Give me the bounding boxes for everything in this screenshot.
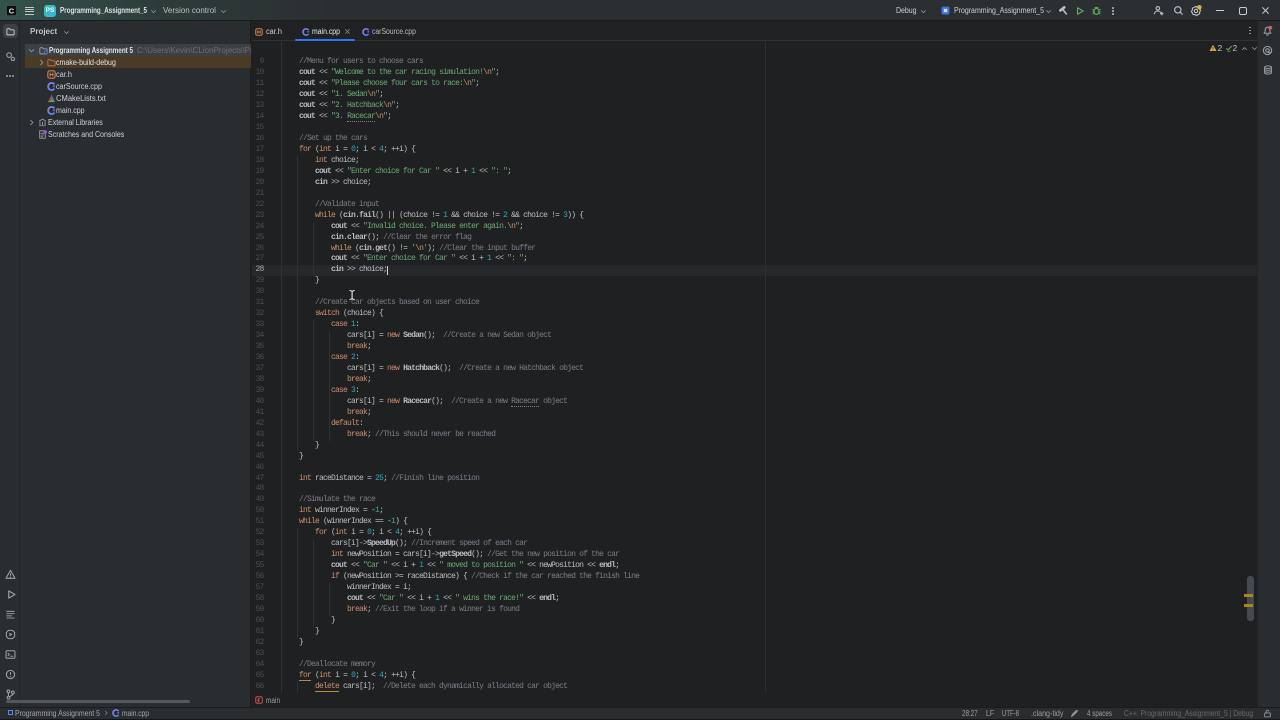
svg-text:C: C <box>9 6 15 15</box>
